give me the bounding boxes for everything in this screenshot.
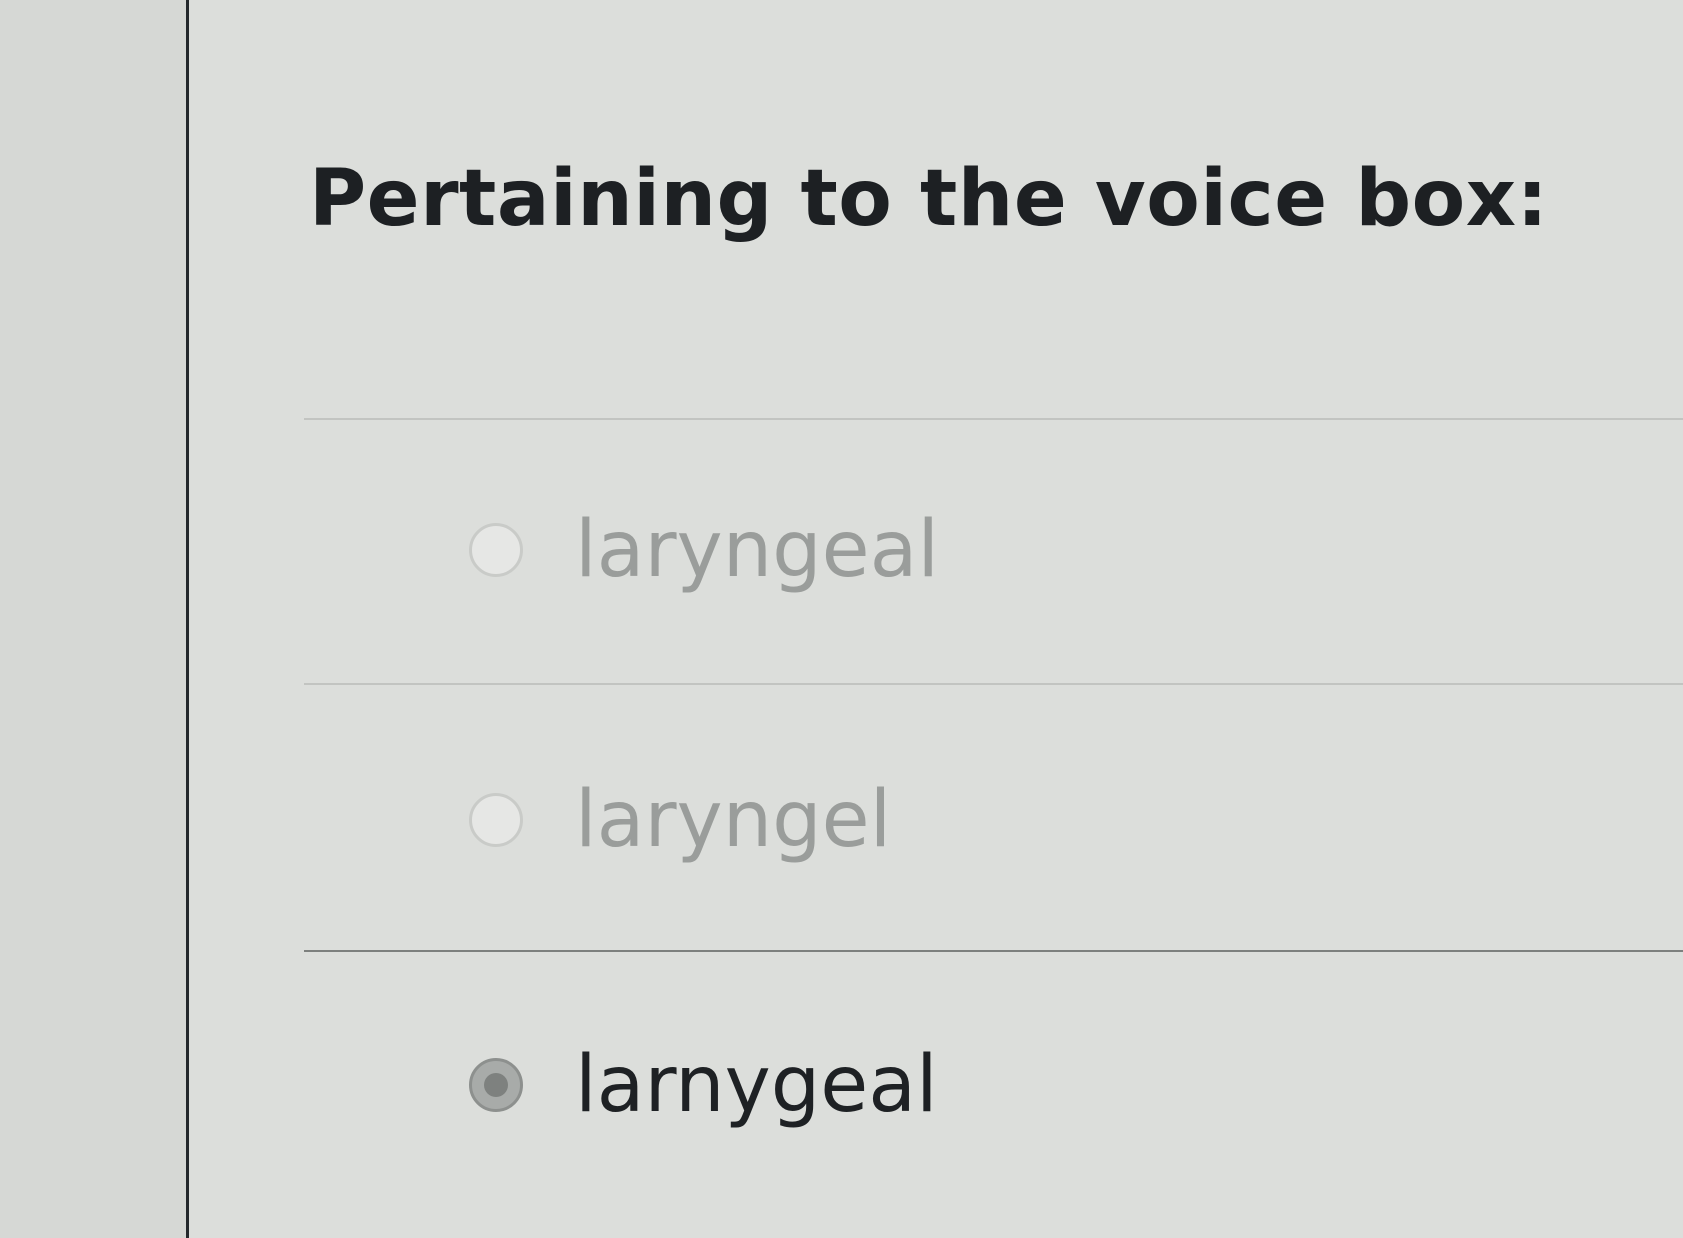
option-separator (304, 950, 1683, 952)
option-separator (304, 418, 1683, 420)
answer-option-laryngel[interactable]: laryngel (469, 760, 1569, 880)
question-panel: Pertaining to the voice box: laryngeal l… (189, 0, 1683, 1238)
answer-option-label: laryngeal (575, 505, 940, 595)
answer-option-laryngeal[interactable]: laryngeal (469, 490, 1569, 610)
answer-option-larnygeal[interactable]: larnygeal (469, 1025, 1569, 1145)
answer-option-label: larnygeal (575, 1040, 938, 1130)
radio-unselected-icon[interactable] (469, 793, 523, 847)
radio-unselected-icon[interactable] (469, 523, 523, 577)
answer-option-label: laryngel (575, 775, 892, 865)
radio-selected-icon[interactable] (469, 1058, 523, 1112)
option-separator (304, 683, 1683, 685)
question-text: Pertaining to the voice box: (309, 154, 1549, 244)
left-margin (0, 0, 188, 1238)
